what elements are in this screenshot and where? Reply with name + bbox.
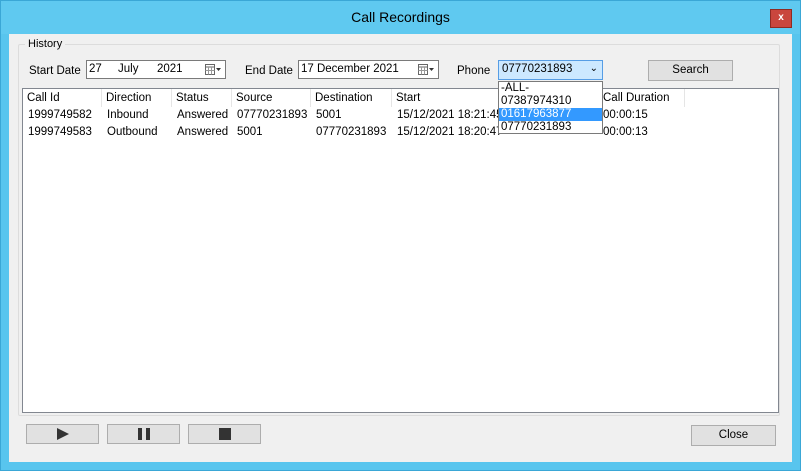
cell-call-duration: 00:00:13 <box>603 126 648 138</box>
phone-option[interactable]: -ALL- <box>499 82 602 95</box>
cell-source: 07770231893 <box>237 109 308 121</box>
column-header-source[interactable]: Source <box>232 89 311 107</box>
title-bar[interactable]: Call Recordings x <box>1 1 800 34</box>
pause-icon <box>138 428 150 440</box>
cell-direction: Inbound <box>107 109 149 121</box>
play-icon <box>57 428 69 440</box>
history-group-label: History <box>25 38 66 50</box>
window-title: Call Recordings <box>351 9 450 25</box>
cell-call-id: 1999749583 <box>28 126 92 138</box>
close-button[interactable]: Close <box>691 425 776 446</box>
column-header-call-id[interactable]: Call Id <box>23 89 102 107</box>
phone-combobox[interactable]: 07770231893 ⌄ <box>498 60 603 80</box>
end-date-label: End Date <box>245 65 293 77</box>
phone-label: Phone <box>457 65 491 77</box>
window-close-button[interactable]: x <box>770 9 792 28</box>
cell-destination: 5001 <box>316 109 342 121</box>
phone-option-highlighted[interactable]: 01617963877 <box>499 108 602 121</box>
phone-dropdown-list[interactable]: -ALL- 07387974310 01617963877 0777023189… <box>498 81 603 134</box>
cell-status: Answered <box>177 126 229 138</box>
column-header-status[interactable]: Status <box>172 89 232 107</box>
calendar-dropdown-icon[interactable] <box>205 64 222 75</box>
cell-destination: 07770231893 <box>316 126 387 138</box>
cell-call-id: 1999749582 <box>28 109 92 121</box>
stop-button[interactable] <box>188 424 261 444</box>
cell-start: 15/12/2021 18:21:45 <box>397 109 503 121</box>
end-date-value[interactable]: 17 December 2021 <box>301 63 399 75</box>
play-button[interactable] <box>26 424 99 444</box>
chevron-down-icon[interactable]: ⌄ <box>590 63 598 74</box>
recordings-table[interactable]: Call Id Direction Status Source Destinat… <box>22 88 779 413</box>
start-month[interactable]: July <box>118 63 138 75</box>
cell-status: Answered <box>177 109 229 121</box>
cell-source: 5001 <box>237 126 263 138</box>
call-recordings-window: Call Recordings x History Start Date 27 … <box>0 0 801 471</box>
client-area: History Start Date 27 July 2021 End Date… <box>9 34 792 462</box>
end-date-picker[interactable]: 17 December 2021 <box>298 60 439 79</box>
stop-icon <box>219 428 231 440</box>
calendar-dropdown-icon[interactable] <box>418 64 435 75</box>
start-year[interactable]: 2021 <box>157 63 183 75</box>
column-header-destination[interactable]: Destination <box>311 89 392 107</box>
phone-selected-value[interactable]: 07770231893 <box>502 63 572 75</box>
cell-call-duration: 00:00:15 <box>603 109 648 121</box>
start-date-picker[interactable]: 27 July 2021 <box>86 60 226 79</box>
column-header-direction[interactable]: Direction <box>102 89 172 107</box>
cell-direction: Outbound <box>107 126 158 138</box>
search-button[interactable]: Search <box>648 60 733 81</box>
column-header-call-duration[interactable]: Call Duration <box>599 89 685 107</box>
phone-option[interactable]: 07387974310 <box>499 95 602 108</box>
cell-start: 15/12/2021 18:20:47 <box>397 126 503 138</box>
start-day[interactable]: 27 <box>89 63 102 75</box>
phone-option[interactable]: 07770231893 <box>499 121 602 134</box>
start-date-label: Start Date <box>29 65 81 77</box>
pause-button[interactable] <box>107 424 180 444</box>
